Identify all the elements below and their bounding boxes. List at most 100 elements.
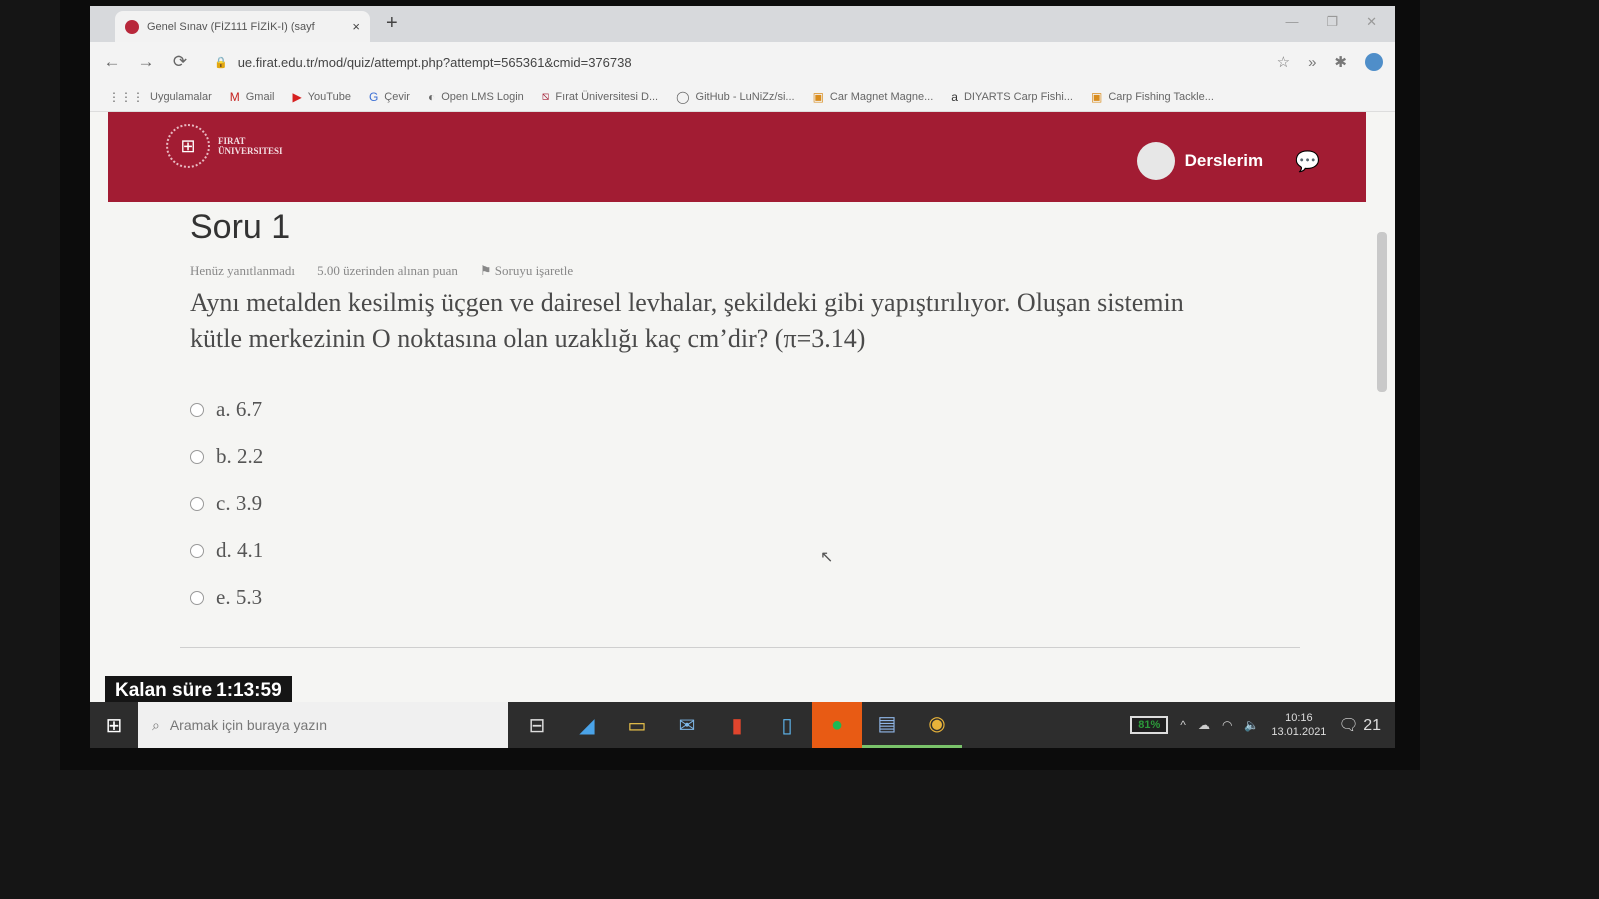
tab-close-button[interactable]: × (352, 19, 360, 34)
bookmark-label: Carp Fishing Tackle... (1108, 90, 1214, 103)
bookmark-github[interactable]: ◯ GitHub - LuNiZz/si... (676, 90, 794, 104)
tab-favicon-icon (125, 19, 139, 34)
answer-option-a[interactable]: a. 6.7 (190, 397, 1330, 422)
gmail-icon: M (229, 89, 240, 104)
logo-text: FIRAT ÜNIVERSITESI (218, 136, 283, 156)
notification-count: 21 (1363, 717, 1381, 734)
question-area: Soru 1 Henüz yanıtlanmadı 5.00 üzerinden… (190, 202, 1330, 610)
radio-c[interactable] (190, 496, 204, 511)
apps-grid-icon: ⋮⋮⋮ (108, 89, 144, 104)
bookmark-apps[interactable]: ⋮⋮⋮ Uygulamalar (108, 90, 212, 104)
answer-option-c[interactable]: c. 3.9 (190, 491, 1330, 516)
university-logo[interactable]: ⊞ FIRAT ÜNIVERSITESI (166, 124, 283, 168)
browser-tab[interactable]: Genel Sınav (FİZ111 FİZİK-I) (sayf × (115, 11, 370, 42)
bookmark-firat[interactable]: ⧅ Fırat Üniversitesi D... (542, 89, 658, 104)
office-icon[interactable]: ▮ (712, 702, 762, 748)
timer-label: Kalan süre (115, 680, 213, 701)
bookmark-label: GitHub - LuNiZz/si... (695, 90, 795, 103)
clock-time: 10:16 (1285, 712, 1313, 724)
taskbar-search[interactable]: ⌕ Aramak için buraya yazın (138, 702, 508, 748)
notifications-icon[interactable]: 🗨 21 (1338, 715, 1381, 735)
radio-a[interactable] (190, 402, 204, 417)
divider (180, 647, 1300, 648)
question-points: 5.00 üzerinden alınan puan (317, 263, 458, 278)
page-scrollbar[interactable] (1377, 232, 1387, 392)
logo-line1: FIRAT (218, 136, 246, 146)
flag-question-link[interactable]: ⚑ Soruyu işaretle (480, 263, 573, 279)
bookmark-label: Fırat Üniversitesi D... (555, 90, 659, 103)
profile-avatar[interactable] (1365, 53, 1383, 71)
site-header: ⊞ FIRAT ÜNIVERSITESI Derslerim 💬 (108, 112, 1366, 202)
bookmark-youtube[interactable]: ▶ YouTube (292, 90, 350, 104)
extension-icon[interactable]: » (1308, 54, 1316, 71)
timer-value: 1:13:59 (216, 680, 282, 701)
bookmark-translate[interactable]: G Çevir (369, 90, 410, 104)
battery-indicator[interactable]: 81% (1130, 716, 1169, 734)
answer-label: a. 6.7 (216, 397, 263, 421)
search-icon: ⌕ (152, 716, 160, 733)
system-tray: 81% ^ ☁ ◠ 🔈 10:16 13.01.2021 🗨 21 (1130, 711, 1395, 739)
tab-strip: Genel Sınav (FİZ111 FİZİK-I) (sayf × + —… (90, 6, 1395, 42)
university-seal-icon: ⊞ (166, 124, 210, 168)
translate-icon: G (368, 89, 379, 104)
volume-icon[interactable]: 🔈 (1244, 718, 1259, 732)
globe-icon: ◐ (427, 89, 436, 104)
bookmark-open-lms[interactable]: ◐ Open LMS Login (428, 90, 524, 104)
taskbar-clock[interactable]: 10:16 13.01.2021 (1271, 711, 1326, 739)
url-text: ue.firat.edu.tr/mod/quiz/attempt.php?att… (237, 54, 632, 70)
avatar[interactable] (1136, 142, 1175, 180)
calendar-icon[interactable]: ▤ (862, 702, 912, 748)
maximize-button[interactable]: ❐ (1326, 14, 1338, 30)
bookmark-car-magnet[interactable]: ▣ Car Magnet Magne... (813, 90, 934, 104)
file-explorer-icon[interactable]: ▭ (612, 702, 662, 748)
question-title: Soru 1 (190, 208, 291, 246)
reload-button[interactable]: ⟳ (170, 52, 190, 72)
shop-icon: ▣ (1090, 89, 1103, 104)
puzzle-icon[interactable]: ✱ (1334, 53, 1347, 71)
courses-link[interactable]: Derslerim (1185, 151, 1263, 171)
minimize-button[interactable]: — (1285, 14, 1298, 30)
forward-button[interactable]: → (136, 52, 156, 72)
new-tab-button[interactable]: + (386, 12, 398, 35)
task-view-icon[interactable]: ⊟ (512, 702, 562, 748)
answer-option-d[interactable]: d. 4.1 (190, 538, 1330, 563)
chrome-icon[interactable]: ◉ (912, 702, 962, 748)
answer-option-e[interactable]: e. 5.3 (190, 585, 1330, 610)
phone-icon[interactable]: ▯ (762, 702, 812, 748)
browser-toolbar: ← → ⟳ 🔒 ue.firat.edu.tr/mod/quiz/attempt… (90, 42, 1395, 82)
bookmark-label: Car Magnet Magne... (829, 90, 934, 103)
bookmark-label: DIYARTS Carp Fishi... (963, 90, 1073, 103)
close-window-button[interactable]: ✕ (1366, 14, 1377, 30)
wifi-icon[interactable]: ◠ (1222, 718, 1232, 732)
bookmark-star-icon[interactable]: ☆ (1277, 53, 1290, 71)
question-info: Henüz yanıtlanmadı 5.00 üzerinden alınan… (190, 263, 1330, 279)
answer-label: c. 3.9 (216, 491, 263, 515)
mouse-pointer-icon: ↖ (820, 549, 834, 566)
bookmark-label: Uygulamalar (150, 90, 212, 103)
back-button[interactable]: ← (102, 52, 122, 72)
mail-icon[interactable]: ✉ (662, 702, 712, 748)
bookmark-label: Open LMS Login (441, 90, 524, 103)
bookmark-gmail[interactable]: M Gmail (230, 90, 275, 104)
answer-label: d. 4.1 (216, 538, 264, 562)
radio-b[interactable] (190, 449, 204, 464)
question-text-line: kütle merkezinin O noktasına olan uzaklı… (190, 324, 866, 353)
logo-line2: ÜNIVERSITESI (218, 146, 283, 156)
spotify-icon[interactable]: ● (812, 702, 862, 748)
bookmarks-bar: ⋮⋮⋮ Uygulamalar M Gmail ▶ YouTube G Çevir ◐ O… (90, 82, 1395, 112)
radio-e[interactable] (190, 590, 204, 605)
quiz-page: ⊞ FIRAT ÜNIVERSITESI Derslerim 💬 Soru 1 … (90, 112, 1395, 706)
radio-d[interactable] (190, 543, 204, 558)
chevron-up-icon[interactable]: ^ (1180, 718, 1186, 732)
flag-icon: ⚑ (479, 263, 495, 278)
bookmark-diyarts[interactable]: a DIYARTS Carp Fishi... (951, 90, 1073, 104)
cloud-icon[interactable]: ☁ (1198, 718, 1210, 732)
windows-start-icon[interactable]: ⊞ (90, 713, 138, 738)
bookmark-carp-fishing[interactable]: ▣ Carp Fishing Tackle... (1091, 90, 1214, 104)
question-text-line: Aynı metalden kesilmiş üçgen ve dairesel… (190, 288, 1184, 317)
chat-icon[interactable]: 💬 (1295, 149, 1320, 174)
address-bar[interactable]: 🔒 ue.firat.edu.tr/mod/quiz/attempt.php?a… (214, 55, 1263, 70)
answer-option-b[interactable]: b. 2.2 (190, 444, 1330, 469)
edge-icon[interactable]: ◢ (562, 702, 612, 748)
window-controls: — ❐ ✕ (1285, 14, 1377, 30)
